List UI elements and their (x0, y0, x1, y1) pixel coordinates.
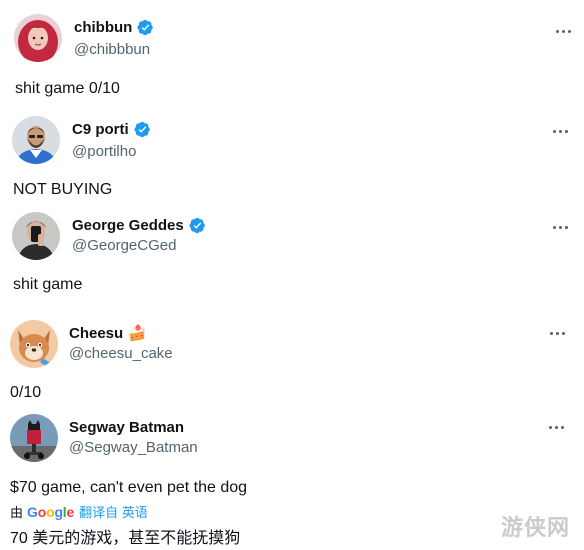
author-name[interactable]: C9 porti (72, 121, 129, 138)
tweet-header: George Geddes @GeorgeCGed (0, 212, 584, 266)
author-handle[interactable]: @cheesu_cake (69, 345, 173, 362)
tweet-text: shit game (13, 276, 83, 293)
tweet-feed: chibbun @chibbbun shit game 0/10 C9 port… (0, 0, 584, 550)
author-handle[interactable]: @Segway_Batman (69, 439, 198, 456)
verified-badge-icon (134, 121, 150, 138)
avatar[interactable] (14, 14, 62, 62)
translated-from-link[interactable]: 翻译自 英语 (79, 502, 148, 521)
author-name[interactable]: Segway Batman (69, 419, 184, 436)
display-name[interactable]: Cheesu 🍰 (69, 325, 147, 342)
author-handle[interactable]: @portilho (72, 143, 136, 160)
avatar[interactable] (12, 116, 60, 164)
tweet-header: Cheesu 🍰 @cheesu_cake (0, 320, 584, 374)
tweet-text: 0/10 (10, 384, 42, 401)
translation-attribution: 由 Google 翻译自 英语 (10, 502, 148, 521)
tweet-text: $70 game, can't even pet the dog (10, 479, 248, 496)
tweet[interactable]: Segway Batman @Segway_Batman $70 game, c… (0, 414, 584, 547)
author-name[interactable]: Cheesu (69, 325, 123, 342)
translated-text: 70 美元的游戏，甚至不能抚摸狗 (10, 530, 241, 547)
display-name[interactable]: chibbun (74, 19, 154, 36)
display-name[interactable]: C9 porti (72, 121, 151, 138)
author-handle[interactable]: @GeorgeCGed (72, 237, 176, 254)
avatar[interactable] (12, 212, 60, 260)
avatar[interactable] (10, 320, 58, 368)
more-options-icon[interactable] (549, 120, 571, 142)
display-name[interactable]: George Geddes (72, 217, 206, 234)
tweet[interactable]: Cheesu 🍰 @cheesu_cake 0/10 (0, 320, 584, 401)
tweet-header: C9 porti @portilho (0, 116, 584, 170)
tweet-text: shit game 0/10 (15, 80, 120, 97)
more-options-icon[interactable] (546, 322, 568, 344)
avatar[interactable] (10, 414, 58, 462)
cake-emoji-icon: 🍰 (128, 325, 147, 342)
author-handle[interactable]: @chibbbun (74, 41, 150, 58)
tweet-header: Segway Batman @Segway_Batman (0, 414, 584, 468)
tweet-text: NOT BUYING (13, 181, 113, 198)
author-name[interactable]: chibbun (74, 19, 132, 36)
verified-badge-icon (137, 19, 154, 36)
avatar-batman-segway-icon (10, 414, 58, 462)
watermark-logo: 游侠网 (500, 515, 570, 540)
avatar-cartoon-dog-icon (10, 320, 58, 368)
more-options-icon[interactable] (552, 20, 574, 42)
more-options-icon[interactable] (545, 416, 567, 438)
tweet[interactable]: C9 porti @portilho NOT BUYING (0, 116, 584, 198)
avatar-man-jersey-icon (12, 116, 60, 164)
avatar-pink-hair-icon (14, 14, 62, 62)
verified-badge-icon (189, 217, 205, 234)
tweet-header: chibbun @chibbbun (0, 14, 584, 68)
more-options-icon[interactable] (549, 216, 571, 238)
author-name[interactable]: George Geddes (72, 217, 184, 234)
display-name[interactable]: Segway Batman (69, 419, 184, 436)
tweet[interactable]: George Geddes @GeorgeCGed shit game (0, 212, 584, 293)
google-logo-icon: Google (27, 503, 75, 520)
avatar-mirror-selfie-icon (12, 212, 60, 260)
translated-by-label: 由 (10, 505, 24, 520)
tweet[interactable]: chibbun @chibbbun shit game 0/10 (0, 14, 584, 97)
